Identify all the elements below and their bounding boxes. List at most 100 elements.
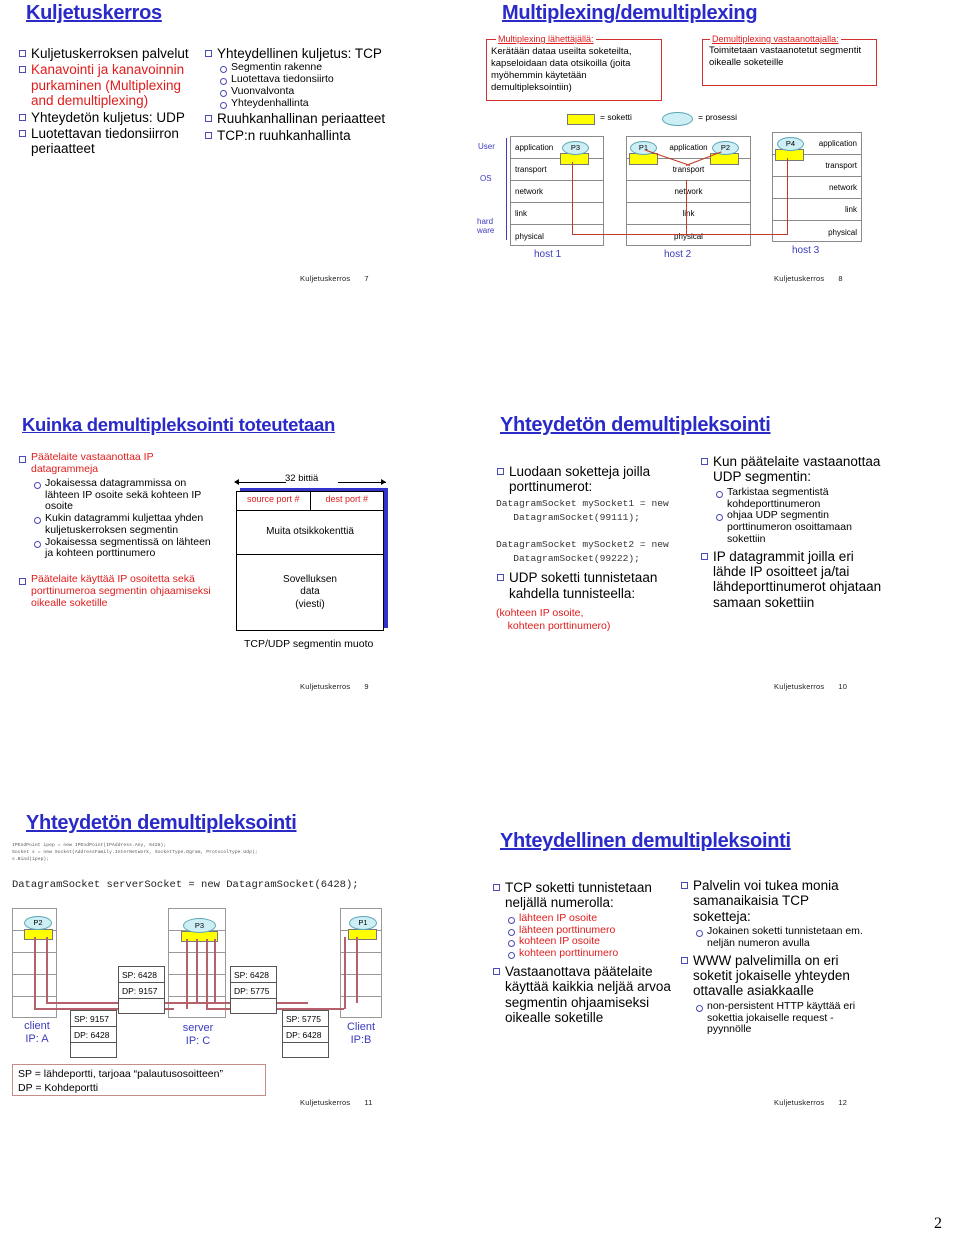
layer-row: transport (511, 159, 603, 181)
list-item: Kanavointi ja kanavoinnin purkaminen (Mu… (18, 62, 193, 108)
page-title: Kuinka demultipleksointi toteutetaan (22, 414, 335, 435)
packet-sp: SP: 6428 (231, 967, 276, 983)
slide-yhteydeton-demultipleksointi: Yhteydetön demultipleksointi Luodaan sok… (482, 410, 952, 730)
page-title: Kuljetuskerros (26, 2, 162, 24)
list-item: UDP soketti tunnistetaan kahdella tunnis… (496, 570, 696, 601)
list-item: Yhteydetön kuljetus: UDP (18, 110, 193, 125)
list-item: Vuonvalvonta (220, 85, 419, 98)
list-item: Jokaisessa segmentissä on lähteen ja koh… (34, 536, 218, 561)
side-label-user: User (478, 142, 495, 151)
process-oval-p1: P1 (349, 916, 377, 930)
side-bracket-line (506, 138, 507, 240)
wire-host1-to-host2 (572, 234, 687, 236)
wire-c-4 (214, 939, 216, 1003)
packet-dp: DP: 6428 (283, 1027, 328, 1043)
list-item: Kun päätelaite vastaanottaa UDP segmenti… (700, 454, 890, 485)
page-title: Multiplexing/demultiplexing (502, 2, 758, 24)
footer-label: Kuljetuskerros (300, 1098, 351, 1107)
udp-identifier-note: (kohteen IP osoite, kohteen porttinumero… (496, 607, 611, 633)
wire-a-1 (34, 937, 36, 1009)
multiplexing-sender-box: Kerätään dataa useilta soketeilta, kapse… (486, 39, 662, 101)
page-title: Yhteydellinen demultipleksointi (500, 830, 791, 852)
footer-page-number: 10 (838, 682, 848, 691)
slide-footer: Kuljetuskerros 12 (774, 1098, 847, 1107)
bullet-list-right-2: IP datagrammit joilla eri lähde IP osoit… (700, 549, 890, 611)
list-item: Yhteydenhallinta (220, 97, 419, 110)
document-page-number: 2 (934, 1215, 942, 1232)
slide-kuinka-demultipleksointi: Kuinka demultipleksointi toteutetaan Pää… (8, 410, 478, 730)
server-c-label: server IP: C (174, 1022, 222, 1047)
list-item: non-persistent HTTP käyttää eri sokettia… (696, 1000, 870, 1036)
list-item: kohteen porttinumero (508, 947, 672, 960)
footer-page-number: 11 (364, 1098, 373, 1107)
wire-host3-to-host2 (686, 234, 788, 236)
demultiplexing-receiver-text: Toimitetaan vastaanotetut segmentit oike… (709, 45, 862, 68)
list-item: Jokainen soketti tunnistetaan em. neljän… (696, 925, 870, 950)
bullet-list-right: Kun päätelaite vastaanottaa UDP segmenti… (700, 454, 890, 485)
packet-c-to-b: SP: 6428 DP: 5775 (230, 966, 277, 1014)
stack-row (341, 953, 381, 975)
page-title: Yhteydetön demultipleksointi (26, 812, 297, 834)
footer-label: Kuljetuskerros (774, 682, 825, 691)
layer-row: network (627, 181, 750, 203)
list-item: Luotettavan tiedonsiirron periaatteet (18, 126, 193, 157)
packet-dp: DP: 9157 (119, 983, 164, 999)
packet-c-to-a: SP: 6428 DP: 9157 (118, 966, 165, 1014)
list-item: Vastaanottava päätelaite käyttää kaikkia… (492, 964, 672, 1026)
slide-footer: Kuljetuskerros 8 (774, 274, 843, 283)
bullet-list-right: Palvelin voi tukea monia samanaikaisia T… (680, 878, 870, 924)
layer-row: link (627, 203, 750, 225)
list-item: Päätelaite käyttää IP osoitetta sekä por… (18, 573, 218, 610)
segment-table: source port # dest port # Muita otsikkok… (236, 491, 384, 631)
side-label-hardware-1: hard (477, 217, 494, 226)
packet-sp: SP: 9157 (71, 1011, 116, 1027)
packet-sp: SP: 5775 (283, 1011, 328, 1027)
arrow-head-right-icon (381, 479, 386, 485)
wire-c-3 (206, 939, 208, 1009)
bullet-list-left-2: UDP soketti tunnistetaan kahdella tunnis… (496, 570, 696, 601)
footer-label: Kuljetuskerros (300, 682, 351, 691)
field-data-line-3: (viesti) (295, 598, 325, 610)
list-item: Jokaisessa datagrammissa on lähteen IP o… (34, 477, 218, 513)
slide-yhteydellinen-demultipleksointi: Yhteydellinen demultipleksointi TCP soke… (482, 808, 952, 1128)
list-item: Päätelaite vastaanottaa IP datagrammeja (18, 451, 218, 476)
client-b-socket (348, 929, 377, 940)
wire-c-1 (186, 939, 188, 1009)
sub-list: Jokaisessa datagrammissa on lähteen IP o… (18, 477, 218, 561)
bullet-list-left-2: Vastaanottava päätelaite käyttää kaikkia… (492, 964, 672, 1026)
list-item: lähteen IP osoite (508, 912, 672, 925)
bullet-list-right-2: Ruuhkanhallinan periaatteet TCP:n ruuhka… (204, 111, 419, 143)
slide-kuljetuskerros: Kuljetuskerros Kuljetuskerroksen palvelu… (8, 2, 478, 322)
footer-page-number: 8 (838, 274, 843, 283)
code-block-java: DatagramSocket serverSocket = new Datagr… (12, 879, 359, 891)
layer-row: network (511, 181, 603, 203)
demultiplexing-receiver-caption: Demultiplexing vastaanottajalla: (710, 34, 841, 44)
slide-footer: Kuljetuskerros 7 (300, 274, 369, 283)
client-a-name: client (24, 1020, 50, 1032)
bit-arrow-left (236, 482, 286, 483)
wire-c-2 (196, 939, 198, 1003)
footer-page-number: 7 (364, 274, 369, 283)
legend-process-swatch (662, 112, 693, 126)
sub-list-right-2: non-persistent HTTP käyttää eri sokettia… (680, 1000, 870, 1036)
side-label-os: OS (480, 174, 492, 183)
layer-row: physical (515, 231, 544, 241)
field-data-line-1: Sovelluksen (283, 573, 337, 585)
packet-payload (119, 999, 164, 1015)
stack-row (341, 997, 381, 1019)
client-a-label: client IP: A (16, 1020, 58, 1045)
slide-multiplexing-demultiplexing: Multiplexing/demultiplexing Kerätään dat… (477, 2, 952, 322)
field-dest-port: dest port # (325, 494, 369, 504)
list-item: TCP soketti tunnistetaan neljällä numero… (492, 880, 672, 911)
layer-row: link (511, 203, 603, 225)
legend-process-label: = prosessi (698, 112, 737, 122)
list-item: Luodaan soketteja joilla porttinumerot: (496, 464, 696, 495)
process-oval-p4: P4 (777, 137, 804, 151)
list-item: WWW palvelimilla on eri soketit jokaisel… (680, 953, 870, 999)
host1-stack: application transport network link physi… (510, 136, 604, 246)
sub-list-tcp: Segmentin rakenne Luotettava tiedonsiirt… (204, 62, 419, 109)
bullet-list-right-2: WWW palvelimilla on eri soketit jokaisel… (680, 953, 870, 999)
list-item: Kuljetuskerroksen palvelut (18, 46, 193, 61)
list-item: IP datagrammit joilla eri lähde IP osoit… (700, 549, 890, 611)
layer-row: application (511, 137, 603, 159)
